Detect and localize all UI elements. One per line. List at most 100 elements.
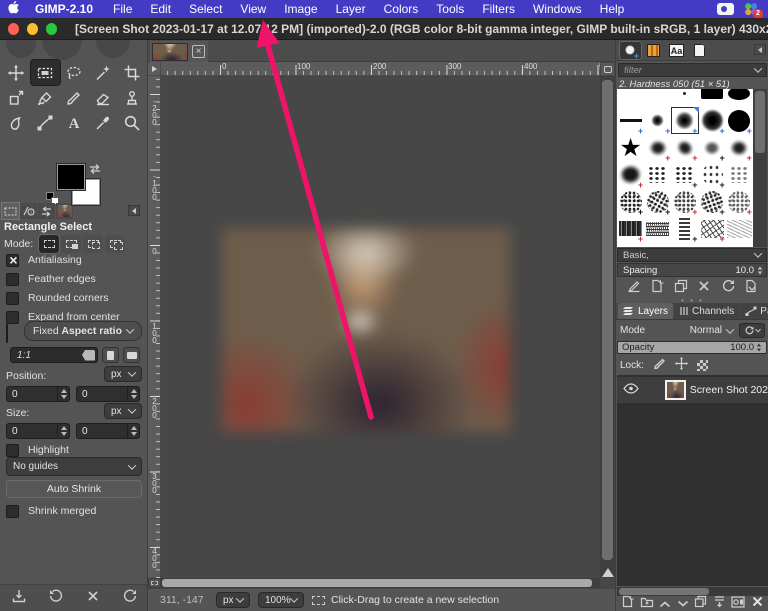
restore-tool-preset-button[interactable] xyxy=(49,589,63,608)
delete-layer-button[interactable] xyxy=(751,595,764,611)
edit-brush-button[interactable] xyxy=(627,279,641,298)
menu-select[interactable]: Select xyxy=(180,2,231,16)
menu-edit[interactable]: Edit xyxy=(141,2,180,16)
clear-icon[interactable] xyxy=(82,350,95,361)
option-rounded-corners[interactable]: Rounded corners xyxy=(6,291,109,305)
horizontal-scrollbar-thumb[interactable] xyxy=(162,579,592,587)
menu-windows[interactable]: Windows xyxy=(524,2,591,16)
move-tool[interactable] xyxy=(2,60,31,85)
brush-swatch[interactable] xyxy=(726,215,753,242)
menu-image[interactable]: Image xyxy=(275,2,326,16)
rectangle-select-tool[interactable] xyxy=(31,60,60,85)
guides-dropdown[interactable]: No guides xyxy=(6,457,142,476)
layer-opacity-slider[interactable]: Opacity 100.0 xyxy=(617,341,767,354)
brush-swatch[interactable] xyxy=(617,215,644,242)
quick-mask-toggle[interactable] xyxy=(148,578,161,588)
brush-swatch[interactable] xyxy=(644,134,671,161)
clone-tool[interactable] xyxy=(117,85,146,110)
brush-swatch[interactable] xyxy=(617,107,644,134)
fixed-dropdown[interactable]: Fixed Aspect ratio xyxy=(24,321,142,341)
smudge-tool[interactable] xyxy=(2,110,31,135)
brush-swatch[interactable] xyxy=(671,242,698,247)
menu-filters[interactable]: Filters xyxy=(473,2,524,16)
lower-layer-button[interactable] xyxy=(677,595,689,611)
apple-menu-icon[interactable] xyxy=(0,1,26,17)
brush-swatch[interactable] xyxy=(699,188,726,215)
new-layer-button[interactable] xyxy=(621,595,634,611)
screen-record-icon[interactable] xyxy=(717,3,734,15)
brush-swatch[interactable] xyxy=(644,188,671,215)
size-unit-dropdown[interactable]: px xyxy=(104,403,142,419)
feather-edges-checkbox[interactable] xyxy=(6,273,19,286)
auto-shrink-button[interactable]: Auto Shrink xyxy=(6,480,142,498)
collapse-dock-icon[interactable] xyxy=(128,205,140,216)
reset-tool-options-button[interactable] xyxy=(123,589,137,608)
canvas-viewport[interactable] xyxy=(161,76,600,578)
navigation-button[interactable] xyxy=(600,62,615,76)
status-app-icon[interactable]: 2 xyxy=(744,2,758,16)
crop-tool[interactable] xyxy=(117,60,146,85)
mode-intersect-button[interactable] xyxy=(105,235,125,253)
tab-tool-options[interactable] xyxy=(2,203,19,219)
tab-brushes[interactable] xyxy=(620,42,641,59)
option-antialiasing[interactable]: Antialiasing xyxy=(6,253,82,267)
brush-palette-scrollbar[interactable] xyxy=(753,89,767,247)
tab-layers[interactable]: Layers xyxy=(618,303,673,319)
menu-app-name[interactable]: GIMP-2.10 xyxy=(26,2,104,16)
chevron-down-icon[interactable] xyxy=(726,325,734,333)
zoom-tool[interactable] xyxy=(117,110,146,135)
horizontal-ruler[interactable]: 0 100 200 300 400 500 xyxy=(161,62,600,76)
menu-file[interactable]: File xyxy=(104,2,141,16)
menu-help[interactable]: Help xyxy=(591,2,634,16)
brush-swatch[interactable] xyxy=(699,215,726,242)
swap-colors-icon[interactable] xyxy=(89,162,101,174)
shrink-merged-checkbox[interactable] xyxy=(6,505,19,518)
highlight-checkbox[interactable] xyxy=(6,444,19,457)
color-picker-tool[interactable] xyxy=(88,110,117,135)
layer-visibility-icon[interactable] xyxy=(623,381,639,399)
size-width-field[interactable]: 0 xyxy=(6,423,70,439)
brush-swatch[interactable] xyxy=(617,161,644,188)
brush-swatch[interactable] xyxy=(644,89,671,107)
duplicate-brush-button[interactable] xyxy=(674,279,688,298)
status-zoom-dropdown[interactable]: 100% xyxy=(258,592,304,608)
delete-tool-preset-button[interactable] xyxy=(86,589,100,608)
position-x-field[interactable]: 0 xyxy=(6,386,70,402)
lock-alpha-icon[interactable] xyxy=(697,360,708,371)
bucket-fill-tool[interactable] xyxy=(31,85,60,110)
brush-swatch[interactable] xyxy=(644,242,671,247)
brush-swatch[interactable] xyxy=(699,89,726,107)
brush-tag-filter[interactable]: Basic, xyxy=(617,248,767,262)
brush-swatch[interactable] xyxy=(671,188,698,215)
delete-brush-button[interactable] xyxy=(697,279,711,298)
brush-swatch[interactable] xyxy=(699,107,726,134)
brush-swatch-selected[interactable] xyxy=(671,107,698,134)
layer-list[interactable]: Screen Shot 202 xyxy=(617,375,768,586)
brush-swatch[interactable] xyxy=(699,242,726,247)
tab-device-status[interactable]: i xyxy=(20,203,37,219)
lock-pixels-icon[interactable] xyxy=(653,357,666,373)
duplicate-layer-button[interactable] xyxy=(694,595,707,611)
zoom-window-button[interactable] xyxy=(46,23,57,35)
antialiasing-checkbox[interactable] xyxy=(6,254,19,267)
brush-swatch[interactable] xyxy=(644,161,671,188)
brush-swatch[interactable] xyxy=(699,134,726,161)
brush-swatch[interactable] xyxy=(671,161,698,188)
brush-swatch[interactable] xyxy=(726,242,753,247)
option-feather-edges[interactable]: Feather edges xyxy=(6,272,96,286)
menu-colors[interactable]: Colors xyxy=(375,2,428,16)
transform-tool[interactable] xyxy=(2,85,31,110)
brush-swatch[interactable] xyxy=(671,215,698,242)
layer-thumbnail[interactable] xyxy=(665,380,686,400)
menu-tools[interactable]: Tools xyxy=(427,2,473,16)
option-highlight[interactable]: Highlight xyxy=(6,443,69,457)
status-unit-dropdown[interactable]: px xyxy=(216,592,250,608)
layer-row-selected[interactable]: Screen Shot 202 xyxy=(617,377,768,403)
brush-swatch[interactable] xyxy=(726,134,753,161)
minimize-window-button[interactable] xyxy=(27,23,38,35)
tab-patterns[interactable] xyxy=(643,42,664,59)
vertical-ruler[interactable]: -200 -100 0 100 200 300 400 xyxy=(148,76,161,578)
paths-tool[interactable] xyxy=(31,110,60,135)
refresh-brushes-button[interactable] xyxy=(721,279,735,298)
aspect-ratio-input[interactable]: 1:1 xyxy=(10,347,98,363)
